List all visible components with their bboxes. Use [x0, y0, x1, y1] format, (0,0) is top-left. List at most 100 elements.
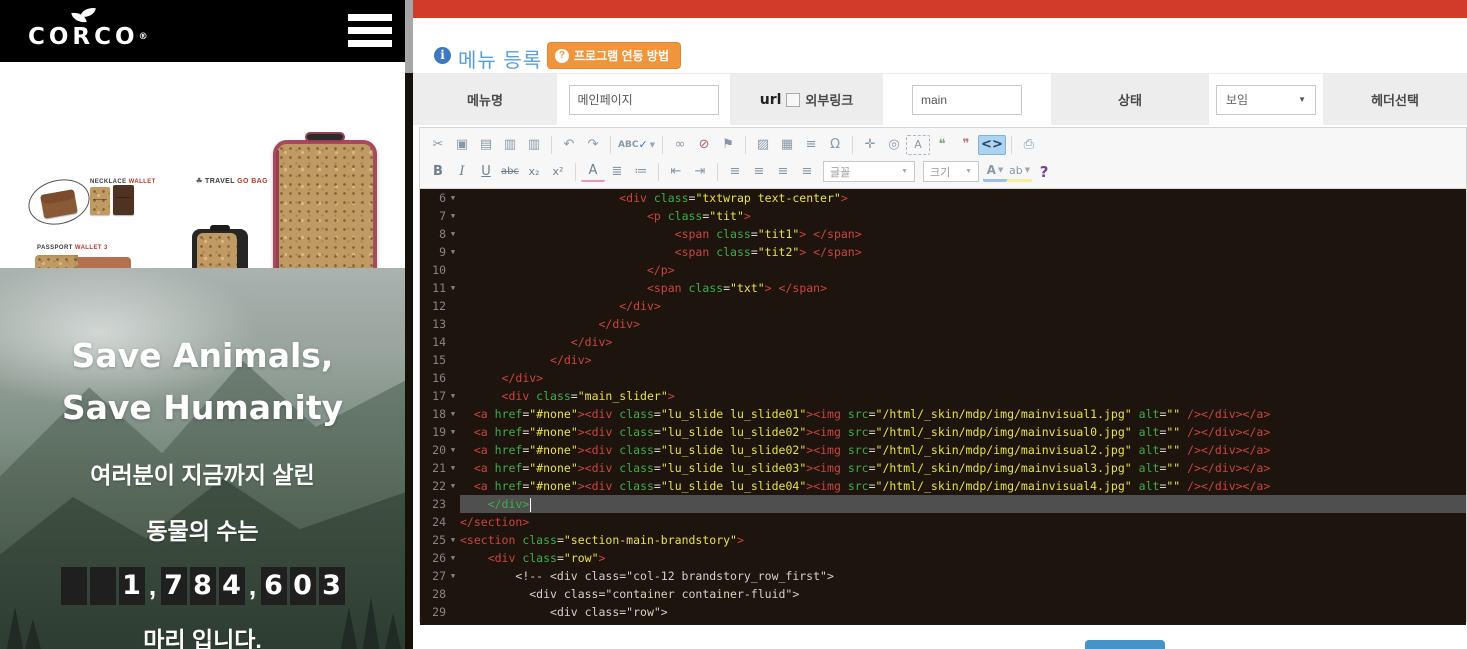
find-icon[interactable]: ◎ [882, 135, 906, 155]
copy-icon[interactable]: ▣ [450, 135, 474, 155]
code-line-18[interactable]: 18▼ <a href="#none"><div class="lu_slide… [420, 405, 1466, 423]
code-lines[interactable]: 6▼ <div class="txtwrap text-center">7▼ <… [420, 189, 1466, 625]
underline-icon[interactable]: U [474, 162, 498, 182]
superscript-icon[interactable]: x² [546, 162, 570, 182]
align-right-icon[interactable]: ≡ [771, 162, 795, 182]
code-line-28[interactable]: 28 <div class="container container-fluid… [420, 585, 1466, 603]
align-left-icon[interactable]: ≡ [723, 162, 747, 182]
code-line-27[interactable]: 27▼ <!-- <div class="col-12 brandstory_r… [420, 567, 1466, 585]
outdent-icon[interactable]: ⇤ [664, 162, 688, 182]
line-number: 26 [420, 549, 446, 567]
fold-arrow-icon[interactable]: ▼ [446, 567, 460, 585]
site-logo[interactable]: CORCO® [28, 4, 138, 60]
counter-digit-box: 4 [219, 567, 245, 605]
bullet-list-icon[interactable]: ≔ [629, 162, 653, 182]
code-line-29[interactable]: 29 <div class="row"> [420, 603, 1466, 621]
fold-arrow-icon[interactable]: ▼ [446, 279, 460, 297]
anchor-flag-icon[interactable]: ⚑ [716, 135, 740, 155]
redo-icon[interactable]: ↷ [581, 135, 605, 155]
help-icon[interactable]: ? [1032, 162, 1056, 182]
align-center-icon[interactable]: ≡ [747, 162, 771, 182]
indent-icon[interactable]: ⇥ [688, 162, 712, 182]
special-char-icon[interactable]: Ω [823, 135, 847, 155]
fold-arrow-icon[interactable]: ▼ [446, 243, 460, 261]
code-line-20[interactable]: 20▼ <a href="#none"><div class="lu_slide… [420, 441, 1466, 459]
italic-icon[interactable]: I [450, 162, 474, 182]
fold-arrow-icon[interactable]: ▼ [446, 531, 460, 549]
strike-icon[interactable]: abc [498, 162, 522, 182]
fold-arrow-icon[interactable]: ▼ [446, 405, 460, 423]
code-line-26[interactable]: 26▼ <div class="row"> [420, 549, 1466, 567]
url-input[interactable] [912, 85, 1022, 115]
code-line-9[interactable]: 9▼ <span class="tit2"> </span> [420, 243, 1466, 261]
ordered-list-icon[interactable]: ≣ [605, 162, 629, 182]
select-all-icon[interactable]: A [906, 135, 930, 155]
table-icon[interactable]: ▦ [775, 135, 799, 155]
code-line-24[interactable]: 24</section> [420, 513, 1466, 531]
code-line-6[interactable]: 6▼ <div class="txtwrap text-center"> [420, 189, 1466, 207]
image-icon[interactable]: ▨ [751, 135, 775, 155]
save-button[interactable]: 저장하기 [1085, 640, 1165, 649]
code-line-13[interactable]: 13 </div> [420, 315, 1466, 333]
product-slider[interactable]: NECKLACE WALLET PASSPORT WALLET 3 ☘ TRAV… [0, 62, 405, 268]
quote-add-icon[interactable]: ❝ [930, 135, 954, 155]
bold-icon[interactable]: B [426, 162, 450, 182]
code-line-14[interactable]: 14 </div> [420, 333, 1466, 351]
fold-arrow-icon[interactable]: ▼ [446, 441, 460, 459]
paste-icon[interactable]: ▤ [474, 135, 498, 155]
source-icon[interactable]: <> [978, 135, 1006, 155]
unlink-icon[interactable]: ⊘ [692, 135, 716, 155]
fold-gutter [446, 315, 460, 333]
preview-scrollbar-thumb[interactable] [405, 0, 413, 73]
bg-color-icon[interactable]: ab▼ [1007, 162, 1032, 182]
subscript-icon[interactable]: x₂ [522, 162, 546, 182]
quote-del-icon[interactable]: ❞ [954, 135, 978, 155]
code-line-23[interactable]: 23 </div> [420, 495, 1466, 513]
size-select[interactable]: 크기▼ [923, 161, 979, 182]
code-line-25[interactable]: 25▼<section class="section-main-brandsto… [420, 531, 1466, 549]
program-link-help-button[interactable]: ? 프로그램 연동 방법 [547, 42, 681, 69]
code-line-8[interactable]: 8▼ <span class="tit1"> </span> [420, 225, 1466, 243]
preview-scrollbar-track[interactable] [405, 0, 413, 649]
code-line-11[interactable]: 11▼ <span class="txt"> </span> [420, 279, 1466, 297]
fold-arrow-icon[interactable]: ▼ [446, 207, 460, 225]
fold-arrow-icon[interactable]: ▼ [446, 189, 460, 207]
code-line-17[interactable]: 17▼ <div class="main_slider"> [420, 387, 1466, 405]
code-line-16[interactable]: 16 </div> [420, 369, 1466, 387]
code-line-21[interactable]: 21▼ <a href="#none"><div class="lu_slide… [420, 459, 1466, 477]
link-icon[interactable]: ∞ [668, 135, 692, 155]
print-icon[interactable]: ⎙ [1017, 135, 1041, 155]
status-select[interactable]: 보임▼ [1216, 85, 1316, 115]
code-line-15[interactable]: 15 </div> [420, 351, 1466, 369]
menu-name-input[interactable] [569, 85, 719, 115]
hamburger-menu-icon[interactable] [348, 14, 392, 48]
undo-icon[interactable]: ↶ [557, 135, 581, 155]
code-line-30[interactable]: 30 <div class="col-12 col-lg-7 brandstor… [420, 621, 1466, 625]
paste-word-icon[interactable]: ▥ [522, 135, 546, 155]
text-color-icon[interactable]: A▼ [983, 162, 1007, 182]
paste-text-icon[interactable]: ▥ [498, 135, 522, 155]
toolbar-separator [610, 136, 611, 154]
maximize-icon[interactable]: ✛ [858, 135, 882, 155]
code-line-22[interactable]: 22▼ <a href="#none"><div class="lu_slide… [420, 477, 1466, 495]
remove-format-icon[interactable]: A [581, 162, 605, 182]
fold-arrow-icon[interactable]: ▼ [446, 459, 460, 477]
fold-arrow-icon[interactable]: ▼ [446, 477, 460, 495]
code-text: <div class="row"> [460, 549, 1466, 567]
align-justify-icon[interactable]: ≡ [795, 162, 819, 182]
horizontal-rule-icon[interactable]: ≡ [799, 135, 823, 155]
code-line-7[interactable]: 7▼ <p class="tit"> [420, 207, 1466, 225]
code-line-19[interactable]: 19▼ <a href="#none"><div class="lu_slide… [420, 423, 1466, 441]
code-text: </section> [460, 513, 1466, 531]
spellcheck-icon[interactable]: ABC✓▼ [616, 135, 657, 155]
fold-arrow-icon[interactable]: ▼ [446, 423, 460, 441]
fold-arrow-icon[interactable]: ▼ [446, 387, 460, 405]
toolbar-separator [658, 163, 659, 181]
cut-icon[interactable]: ✂ [426, 135, 450, 155]
code-line-10[interactable]: 10 </p> [420, 261, 1466, 279]
font-select[interactable]: 글꼴▼ [823, 161, 915, 182]
code-line-12[interactable]: 12 </div> [420, 297, 1466, 315]
fold-arrow-icon[interactable]: ▼ [446, 225, 460, 243]
fold-arrow-icon[interactable]: ▼ [446, 549, 460, 567]
external-link-checkbox[interactable] [786, 93, 800, 107]
